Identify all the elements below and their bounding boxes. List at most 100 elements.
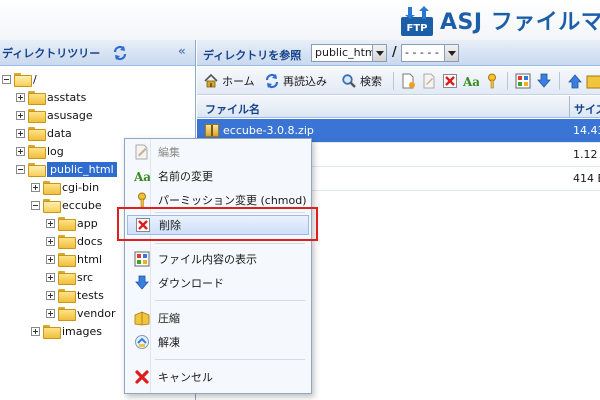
tree-node-label[interactable]: docs (77, 235, 103, 248)
expand-toggle-icon[interactable] (46, 290, 55, 300)
context-menu: 編集 Aa 名前の変更 パーミッション変更 (chmod) 削除 ファイル内容の… (124, 138, 312, 394)
file-size: 414 B (573, 172, 600, 185)
reload-button[interactable]: 再読込み (264, 73, 327, 89)
extract-icon (135, 335, 149, 349)
tree-panel-title: ディレクトリツリー (2, 46, 101, 60)
tree-node[interactable]: html (46, 250, 102, 268)
menu-item-download[interactable]: ダウンロード (127, 273, 309, 293)
delete-icon[interactable] (442, 73, 458, 89)
folder-icon (43, 181, 61, 195)
menu-separator (155, 359, 305, 360)
collapse-toggle-icon[interactable] (31, 200, 40, 210)
menu-item-compress[interactable]: 圧縮 (127, 308, 309, 328)
file-panel-title: ディレクトリを参照 (203, 49, 302, 62)
compress-icon[interactable] (586, 73, 600, 89)
tree-node-label[interactable]: tests (77, 289, 104, 302)
folder-icon (58, 235, 76, 249)
tree-node[interactable]: / (2, 70, 37, 88)
chevron-down-icon[interactable] (444, 45, 458, 61)
subdirectory-select[interactable]: - - - - - (401, 44, 459, 62)
tree-node[interactable]: asstats (16, 88, 86, 106)
expand-toggle-icon[interactable] (46, 254, 55, 264)
expand-toggle-icon[interactable] (16, 110, 25, 120)
tree-node-label[interactable]: / (33, 73, 37, 86)
tree-node-label[interactable]: src (77, 271, 93, 284)
menu-item-extract[interactable]: 解凍 (127, 332, 309, 352)
search-button[interactable]: 検索 (341, 73, 382, 89)
tree-node-label[interactable]: data (47, 127, 72, 140)
download-icon[interactable] (536, 73, 552, 89)
tree-node-label[interactable]: asusage (47, 109, 93, 122)
tree-node[interactable]: app (46, 214, 98, 232)
tree-panel-header: ディレクトリツリー « (0, 40, 195, 66)
menu-item-rename[interactable]: Aa 名前の変更 (127, 166, 309, 186)
directory-select[interactable]: public_html (311, 44, 387, 62)
tree-node[interactable]: tests (46, 286, 104, 304)
expand-toggle-icon[interactable] (16, 128, 25, 138)
tree-node-label[interactable]: vendor (77, 307, 115, 320)
download-icon (135, 275, 149, 290)
menu-item-view-contents[interactable]: ファイル内容の表示 (127, 249, 309, 269)
file-grid-header: ファイル名 サイズ (197, 96, 600, 118)
file-size: 14.43 (573, 124, 600, 137)
tree-node-label-selected[interactable]: public_html (47, 161, 117, 177)
tree-node-label[interactable]: images (62, 325, 102, 338)
file-name-cell[interactable]: eccube-3.0.8.zip (205, 124, 314, 137)
svg-text:Aa: Aa (463, 75, 479, 89)
tree-node-label[interactable]: log (47, 145, 64, 158)
collapse-toggle-icon[interactable] (2, 74, 11, 84)
expand-toggle-icon[interactable] (16, 146, 25, 156)
column-divider (569, 96, 570, 118)
new-file-icon[interactable] (400, 73, 416, 89)
tree-node[interactable]: data (16, 124, 72, 142)
upload-icon[interactable] (567, 73, 583, 89)
tree-node-label[interactable]: eccube (62, 199, 102, 212)
tree-node-label[interactable]: html (77, 253, 102, 266)
permission-key-icon[interactable] (484, 73, 500, 89)
home-button[interactable]: ホーム (203, 73, 255, 89)
view-contents-icon[interactable] (515, 73, 531, 89)
column-header-name[interactable]: ファイル名 (205, 101, 260, 117)
expand-toggle-icon[interactable] (46, 308, 55, 318)
tree-node[interactable]: asusage (16, 106, 93, 124)
refresh-tree-icon[interactable] (112, 45, 128, 61)
tree-node[interactable]: cgi-bin (31, 178, 99, 196)
collapse-panel-icon[interactable]: « (178, 45, 190, 59)
menu-item-label: ファイル内容の表示 (158, 253, 257, 266)
tree-node[interactable]: vendor (46, 304, 115, 322)
expand-toggle-icon[interactable] (46, 272, 55, 282)
edit-icon (135, 144, 148, 160)
tree-node-label[interactable]: app (77, 217, 98, 230)
menu-item-edit[interactable]: 編集 (127, 142, 309, 162)
tree-node-label[interactable]: cgi-bin (62, 181, 99, 194)
tree-node[interactable]: images (31, 322, 102, 340)
folder-open-icon (43, 199, 61, 213)
highlight-annotation (117, 207, 318, 241)
expand-toggle-icon[interactable] (46, 236, 55, 246)
tree-node[interactable]: eccube (31, 196, 102, 214)
refresh-icon (265, 73, 279, 89)
home-button-label: ホーム (222, 75, 255, 88)
expand-toggle-icon[interactable] (16, 92, 25, 102)
folder-open-icon (14, 73, 32, 87)
folder-icon (28, 127, 46, 141)
folder-icon (28, 145, 46, 159)
search-icon (342, 74, 356, 88)
tree-node-label[interactable]: asstats (47, 91, 86, 104)
expand-toggle-icon[interactable] (31, 182, 40, 192)
chevron-down-icon[interactable] (372, 45, 386, 61)
expand-toggle-icon[interactable] (31, 326, 40, 336)
key-icon (138, 192, 146, 208)
tree-node[interactable]: public_html (16, 160, 117, 178)
edit-icon[interactable] (421, 73, 437, 89)
tree-node[interactable]: src (46, 268, 93, 286)
column-header-size[interactable]: サイズ (574, 101, 600, 117)
expand-toggle-icon[interactable] (46, 218, 55, 228)
tree-node[interactable]: docs (46, 232, 103, 250)
app-title: ASJ ファイルマ (440, 10, 600, 35)
file-size: 1.12 M (573, 148, 600, 161)
collapse-toggle-icon[interactable] (16, 164, 25, 174)
menu-item-cancel[interactable]: キャンセル (127, 367, 309, 387)
tree-node[interactable]: log (16, 142, 64, 160)
rename-icon[interactable]: Aa (463, 73, 479, 89)
